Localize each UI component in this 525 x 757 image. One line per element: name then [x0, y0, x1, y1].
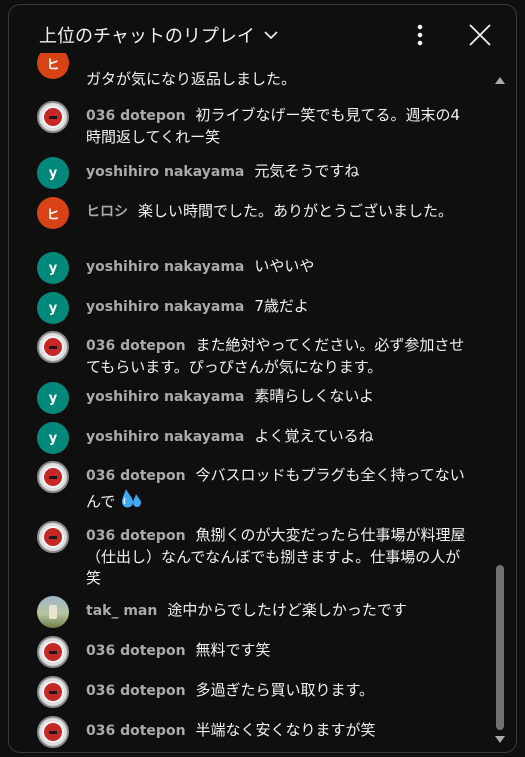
message-author[interactable]: 036 dotepon: [86, 528, 186, 544]
message-author[interactable]: yoshihiro nakayama: [86, 259, 244, 275]
live-chat-replay-panel: 上位のチャットのリプレイ ヒ ガタが気になり返品しました。 036 dotepo…: [8, 4, 517, 753]
message-author[interactable]: yoshihiro nakayama: [86, 389, 244, 405]
scroll-down-arrow[interactable]: [495, 736, 505, 743]
chat-header-title: 上位のチャットのリプレイ: [39, 26, 255, 47]
message-text: 多過ぎたら買い取ります。: [195, 681, 375, 699]
message-text: いやいや: [254, 257, 315, 275]
more-vert-icon: [417, 24, 423, 46]
message-author[interactable]: 036 dotepon: [86, 338, 186, 354]
chat-message: y yoshihiro nakayama 7歳だよ: [37, 292, 467, 324]
avatar[interactable]: ヒ: [37, 197, 69, 229]
message-text: 7歳だよ: [254, 297, 309, 315]
chat-message: 036 dotepon 半端なく安くなりますが笑: [37, 716, 467, 748]
chat-message: ヒ ガタが気になり返品しました。: [37, 53, 467, 90]
avatar[interactable]: [37, 676, 69, 708]
avatar[interactable]: [37, 521, 69, 553]
avatar[interactable]: [37, 331, 69, 363]
chat-message: y yoshihiro nakayama 元気そうですね: [37, 157, 467, 189]
chat-message: 036 dotepon 初ライブなげー笑でも見てる。週末の4時間返してくれー笑: [37, 101, 467, 148]
sweat-droplets-icon: [117, 487, 143, 517]
message-text: 途中からでしたけど楽しかったです: [167, 601, 407, 619]
avatar[interactable]: [37, 596, 69, 628]
chat-message: ヒ ヒロシ 楽しい時間でした。ありがとうございました。: [37, 197, 467, 229]
message-text: 素晴らしくないよ: [254, 387, 375, 405]
chevron-down-icon: [264, 31, 278, 40]
scrollbar-thumb[interactable]: [496, 565, 504, 730]
chat-message: 036 dotepon 無料です笑: [37, 636, 467, 668]
avatar[interactable]: [37, 716, 69, 748]
scroll-up-arrow[interactable]: [495, 77, 505, 84]
message-text: 楽しい時間でした。ありがとうございました。: [138, 202, 454, 220]
message-author[interactable]: tak_ man: [86, 603, 157, 619]
message-text: 無料です笑: [195, 641, 271, 659]
message-author[interactable]: 036 dotepon: [86, 108, 186, 124]
message-author[interactable]: 036 dotepon: [86, 723, 186, 739]
message-text: ガタが気になり返品しました。: [86, 70, 297, 88]
message-author[interactable]: yoshihiro nakayama: [86, 164, 244, 180]
chat-message: 036 dotepon また絶対やってください。必ず参加させてもらいます。ぴっぴさ…: [37, 331, 467, 378]
chat-message: 036 dotepon 今バスロッドもプラグも全く持ってないんで: [37, 461, 467, 517]
message-author[interactable]: ヒロシ: [86, 204, 128, 220]
chat-message: y yoshihiro nakayama いやいや: [37, 252, 467, 284]
message-author[interactable]: yoshihiro nakayama: [86, 299, 244, 315]
chat-message: tak_ man 途中からでしたけど楽しかったです: [37, 596, 467, 628]
more-options-button[interactable]: [404, 19, 436, 51]
avatar[interactable]: y: [37, 252, 69, 284]
message-text: 元気そうですね: [254, 162, 360, 180]
chat-message: y yoshihiro nakayama 素晴らしくないよ: [37, 382, 467, 414]
message-author[interactable]: yoshihiro nakayama: [86, 429, 244, 445]
message-text: よく覚えているね: [254, 427, 374, 445]
message-author[interactable]: 036 dotepon: [86, 643, 186, 659]
avatar[interactable]: y: [37, 422, 69, 454]
close-button[interactable]: [464, 19, 496, 51]
avatar[interactable]: y: [37, 292, 69, 324]
chat-message-list[interactable]: ヒ ガタが気になり返品しました。 036 dotepon 初ライブなげー笑でも見て…: [9, 53, 516, 750]
chat-mode-dropdown[interactable]: 上位のチャットのリプレイ: [39, 22, 279, 48]
avatar[interactable]: y: [37, 382, 69, 414]
avatar[interactable]: [37, 636, 69, 668]
chat-message: 036 dotepon 多過ぎたら買い取ります。: [37, 676, 467, 708]
chat-message: y yoshihiro nakayama よく覚えているね: [37, 422, 467, 454]
message-author[interactable]: 036 dotepon: [86, 468, 186, 484]
avatar[interactable]: [37, 101, 69, 133]
chat-message: 036 dotepon 魚捌くのが大変だったら仕事場が料理屋（仕出し）なんでなんぼ…: [37, 521, 467, 589]
close-icon: [469, 24, 491, 46]
avatar[interactable]: ヒ: [37, 53, 69, 79]
avatar[interactable]: y: [37, 157, 69, 189]
message-author[interactable]: 036 dotepon: [86, 683, 186, 699]
message-text: 半端なく安くなりますが笑: [195, 721, 376, 739]
avatar[interactable]: [37, 461, 69, 493]
